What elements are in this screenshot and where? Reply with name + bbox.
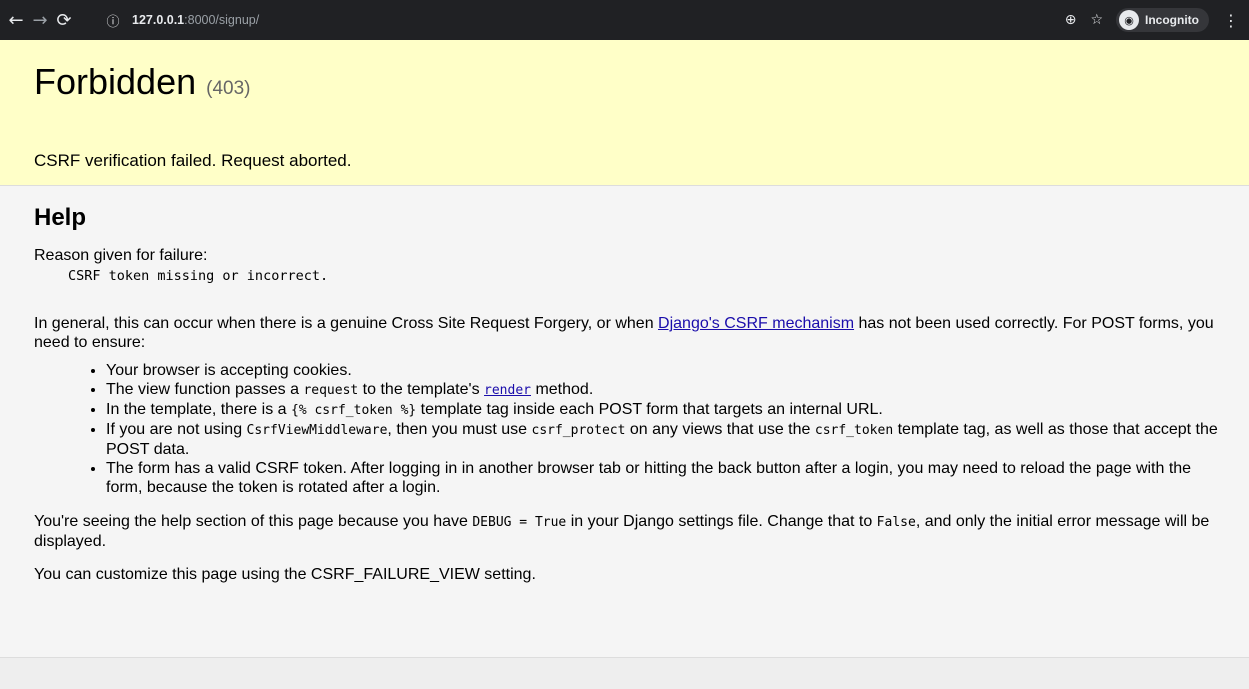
debug-text-2: in your Django settings file. Change tha… <box>566 513 877 530</box>
list-item: Your browser is accepting cookies. <box>106 361 1225 380</box>
item-text: The form has a valid CSRF token. After l… <box>106 460 1192 496</box>
status-code: (403) <box>206 78 251 99</box>
info-icon[interactable]: ⓘ <box>104 11 122 30</box>
render-link[interactable]: render <box>484 381 531 398</box>
footer-band <box>0 658 1249 689</box>
help-section: Help Reason given for failure: CSRF toke… <box>0 186 1249 658</box>
incognito-badge[interactable]: ◉ Incognito <box>1116 8 1209 32</box>
title-text: Forbidden <box>34 61 197 102</box>
forward-icon[interactable]: → <box>28 0 52 40</box>
list-item: If you are not using CsrfViewMiddleware,… <box>106 420 1225 459</box>
item-text: template tag inside each POST form that … <box>416 401 883 418</box>
item-text: The view function passes a <box>106 381 304 398</box>
list-item: In the template, there is a {% csrf_toke… <box>106 400 1225 420</box>
star-icon[interactable]: ☆ <box>1090 12 1103 28</box>
code-middleware: CsrfViewMiddleware <box>246 423 388 438</box>
django-csrf-link[interactable]: Django's CSRF mechanism <box>658 315 854 332</box>
help-heading: Help <box>34 204 87 231</box>
debug-paragraph: You're seeing the help section of this p… <box>34 512 1225 551</box>
item-text: to the template's <box>358 381 485 398</box>
code-false: False <box>876 515 916 530</box>
item-text: method. <box>531 381 594 398</box>
error-summary: Forbidden (403) CSRF verification failed… <box>0 40 1249 186</box>
error-message: CSRF verification failed. Request aborte… <box>34 151 352 170</box>
list-item: The form has a valid CSRF token. After l… <box>106 459 1225 497</box>
item-text: , then you must use <box>387 421 532 438</box>
back-icon[interactable]: ← <box>4 0 28 40</box>
debug-text-1: You're seeing the help section of this p… <box>34 513 473 530</box>
menu-icon[interactable]: ⋮ <box>1223 11 1239 30</box>
code-debug: DEBUG = True <box>472 515 567 530</box>
item-text: on any views that use the <box>625 421 815 438</box>
list-item: The view function passes a request to th… <box>106 380 1225 400</box>
url-path: :8000/signup/ <box>184 13 260 27</box>
incognito-label: Incognito <box>1145 13 1199 27</box>
general-paragraph: In general, this can occur when there is… <box>34 314 1225 352</box>
browser-toolbar: ← → ⟳ ⓘ 127.0.0.1:8000/signup/ ⊕ ☆ ◉ Inc… <box>0 0 1249 40</box>
item-text: If you are not using <box>106 421 247 438</box>
incognito-icon: ◉ <box>1119 10 1139 30</box>
item-text: Your browser is accepting cookies. <box>106 362 352 379</box>
zoom-icon[interactable]: ⊕ <box>1065 12 1077 28</box>
general-text-1: In general, this can occur when there is… <box>34 315 659 332</box>
reload-icon[interactable]: ⟳ <box>52 0 76 40</box>
code-request: request <box>303 383 359 398</box>
url-host: 127.0.0.1 <box>132 13 185 27</box>
customize-paragraph: You can customize this page using the CS… <box>34 566 536 583</box>
reason-label: Reason given for failure: <box>34 247 208 264</box>
page-title: Forbidden (403) <box>34 52 1225 113</box>
item-text: In the template, there is a <box>106 401 291 418</box>
code-csrf-protect: csrf_protect <box>531 423 626 438</box>
code-csrf-token: csrf_token <box>814 423 894 438</box>
code-csrf-token-tag: {% csrf_token %} <box>291 403 417 418</box>
reason-text: CSRF token missing or incorrect. <box>68 268 329 284</box>
requirements-list: Your browser is accepting cookies. The v… <box>34 361 1225 497</box>
toolbar-right: ⊕ ☆ ◉ Incognito ⋮ <box>1058 6 1249 34</box>
code-render: render <box>484 383 531 398</box>
url-text[interactable]: 127.0.0.1:8000/signup/ <box>132 13 259 27</box>
